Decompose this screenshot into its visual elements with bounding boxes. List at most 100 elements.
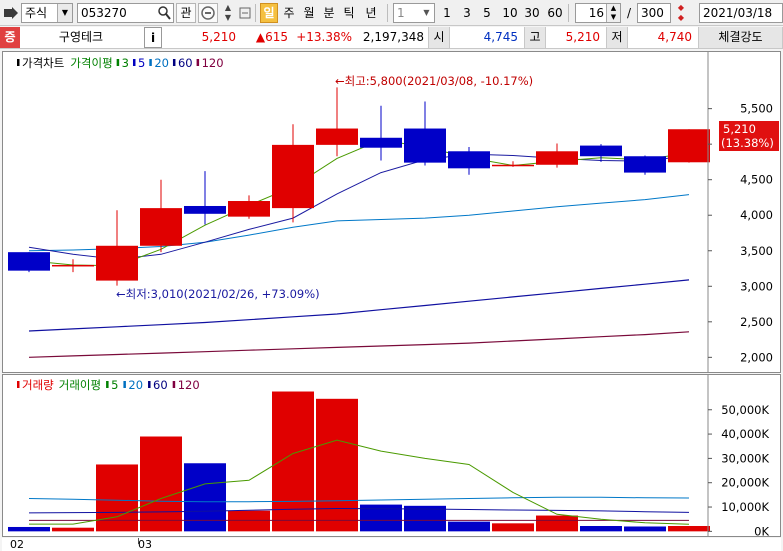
scroll-arrows-icon[interactable]: ◆ ◆ xyxy=(673,3,689,23)
chart-window: 주식 ▼ 053270 관 ▲▼ 일 주 월 분 틱 년 1 ▼ 1 3 5 xyxy=(0,0,783,551)
legend-marker xyxy=(196,59,200,66)
interval-3-button[interactable]: 3 xyxy=(460,3,474,23)
price-legend-item: 3 xyxy=(122,56,129,70)
current-price: 5,210 xyxy=(201,30,236,44)
price-tick-label: 3,000 xyxy=(740,279,773,293)
spinner-arrows-icon[interactable]: ▲ ▼ xyxy=(606,4,620,22)
legend-marker xyxy=(148,381,151,388)
volume-legend-item: 5 xyxy=(111,378,118,392)
volume-bar xyxy=(8,526,50,532)
price-change-percent: +13.38% xyxy=(296,30,352,44)
annotation-low: ←최저:3,010(2021/02/26, +73.09%) xyxy=(116,287,320,301)
lock-icon[interactable] xyxy=(198,3,218,23)
date-label-mar: 03 xyxy=(138,538,152,551)
volume-bar xyxy=(140,436,182,532)
search-icon[interactable] xyxy=(157,5,171,22)
candle-body xyxy=(316,128,358,145)
candle-body xyxy=(140,208,182,246)
low-value: 4,740 xyxy=(657,30,692,44)
volume-pane: 0K 10,000K 20,000K 30,000K 40,000K 50,000K 거래… xyxy=(2,374,781,538)
open-value: 4,745 xyxy=(483,30,518,44)
legend-marker xyxy=(106,381,109,388)
info-button[interactable]: i xyxy=(144,27,162,48)
chevron-down-icon[interactable]: ▼ xyxy=(419,4,434,22)
period-year-tab[interactable]: 년 xyxy=(361,3,381,23)
candle-body xyxy=(52,264,94,267)
period-monthly-tab[interactable]: 월 xyxy=(300,3,318,23)
volume-bar xyxy=(668,526,710,532)
legend-marker xyxy=(123,381,126,388)
market-type-select[interactable]: 주식 ▼ xyxy=(21,3,73,23)
stock-name[interactable]: 구영테크 xyxy=(22,27,140,48)
last-price-label: 5,210 xyxy=(723,122,756,136)
interval-select[interactable]: 1 ▼ xyxy=(393,3,435,23)
volume-bar xyxy=(492,523,534,532)
price-legend-item: 20 xyxy=(154,56,169,70)
price-annotations: ←최고:5,800(2021/03/08, -10.17%) ←최저:3,010… xyxy=(116,74,533,301)
candle-body xyxy=(360,137,402,148)
chart-menu-icon[interactable] xyxy=(3,5,19,21)
volume-bar xyxy=(624,526,666,532)
price-legend: 가격차트 가격이평 3 5 20 60 120 xyxy=(17,56,224,70)
strength-label[interactable]: 체결강도 xyxy=(698,27,783,48)
toolbar: 주식 ▼ 053270 관 ▲▼ 일 주 월 분 틱 년 1 ▼ 1 3 5 xyxy=(0,0,783,26)
price-ma20-line xyxy=(28,194,690,252)
volume-tick-label: 0K xyxy=(754,524,769,536)
price-chart[interactable]: 2,0002,5003,0003,5004,0004,5005,0005,500… xyxy=(3,52,780,372)
price-pane: 2,0002,5003,0003,5004,0004,5005,0005,500… xyxy=(2,51,781,373)
count-divider: / xyxy=(626,6,632,20)
period-minute-tab[interactable]: 분 xyxy=(320,3,338,23)
annotation-high: ←최고:5,800(2021/03/08, -10.17%) xyxy=(335,74,533,88)
volume-bar xyxy=(228,510,270,532)
price-tick-label: 5,500 xyxy=(740,102,773,116)
candle-body xyxy=(536,151,578,165)
total-count-input[interactable]: 300 xyxy=(637,3,671,23)
legend-marker xyxy=(17,59,20,66)
interval-10-button[interactable]: 10 xyxy=(500,3,520,23)
candle-body xyxy=(448,151,490,169)
divider xyxy=(387,4,388,22)
volume-bars xyxy=(8,391,710,532)
volume-chart[interactable]: 0K 10,000K 20,000K 30,000K 40,000K 50,000K 거래… xyxy=(3,375,780,538)
price-tick-label: 4,000 xyxy=(740,208,773,222)
chevron-down-icon[interactable]: ▼ xyxy=(57,4,72,22)
legend-marker xyxy=(172,59,176,66)
stock-code-input[interactable]: 053270 xyxy=(77,3,174,23)
divider xyxy=(568,4,569,22)
interval-30-button[interactable]: 30 xyxy=(522,3,542,23)
volume-bar xyxy=(184,463,226,532)
count-spinner[interactable]: 16 ▲ ▼ xyxy=(575,3,621,23)
date-axis: 02 03 xyxy=(2,538,781,551)
candle-body xyxy=(580,145,622,157)
price-candles xyxy=(8,87,710,286)
volume-value: 2,197,348 xyxy=(362,30,424,44)
link-icon[interactable] xyxy=(238,5,252,24)
volume-bar xyxy=(580,526,622,532)
quote-strip: 증 구영테크 i 5,210 ▲615 +13.38% 2,197,348 시 … xyxy=(0,27,783,49)
legend-marker xyxy=(172,381,176,388)
candle-body xyxy=(8,252,50,271)
price-ma120-line xyxy=(28,331,690,358)
market-badge: 증 xyxy=(0,27,20,48)
candle-body xyxy=(184,205,226,214)
legend-marker xyxy=(116,59,120,66)
volume-bar xyxy=(96,464,138,532)
stepper-icon[interactable]: ▲ ▼ xyxy=(220,3,236,23)
date-label-feb: 02 xyxy=(10,538,24,551)
price-legend-item: 60 xyxy=(178,56,193,70)
low-label: 저 xyxy=(606,27,628,48)
interval-60-button[interactable]: 60 xyxy=(545,3,565,23)
period-weekly-tab[interactable]: 주 xyxy=(280,3,298,23)
watch-button[interactable]: 관 xyxy=(176,3,196,23)
high-label: 고 xyxy=(524,27,546,48)
period-tick-tab[interactable]: 틱 xyxy=(340,3,358,23)
date-picker[interactable]: 2021/03/18 xyxy=(699,3,783,23)
price-legend-item: 120 xyxy=(202,56,224,70)
volume-bar xyxy=(272,391,314,532)
market-type-value: 주식 xyxy=(25,6,48,20)
interval-1-button[interactable]: 1 xyxy=(440,3,454,23)
open-label: 시 xyxy=(428,27,450,48)
volume-legend-item: 60 xyxy=(153,378,168,392)
period-daily-tab[interactable]: 일 xyxy=(260,3,278,23)
interval-5-button[interactable]: 5 xyxy=(480,3,494,23)
